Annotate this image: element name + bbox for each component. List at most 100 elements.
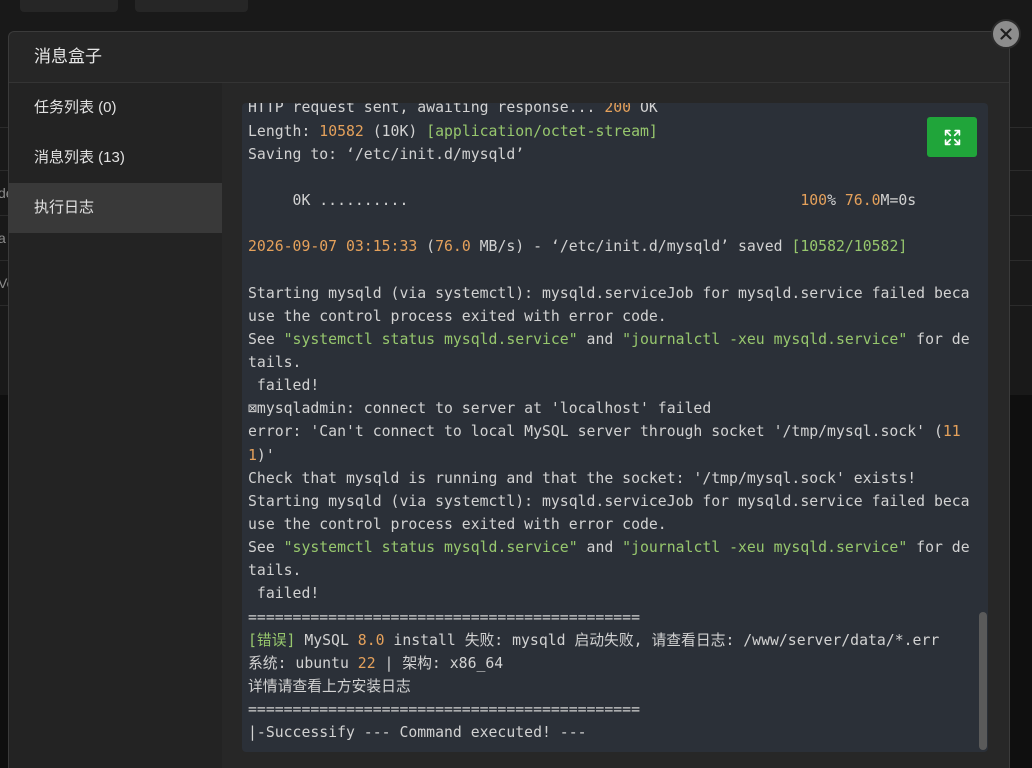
log-line: See "systemctl status mysqld.service" an… bbox=[248, 536, 978, 559]
log-line: ========================================… bbox=[248, 606, 978, 629]
log-segment: Starting mysqld (via systemctl): mysqld.… bbox=[248, 284, 970, 302]
log-segment: 11 bbox=[942, 423, 961, 441]
log-line: tails. bbox=[248, 559, 978, 582]
sidebar-item-execution-log[interactable]: 执行日志 bbox=[8, 183, 222, 233]
log-segment: MB/s) - ‘/etc/init.d/mysqld’ saved bbox=[470, 238, 792, 256]
log-segment: tails. bbox=[248, 562, 302, 580]
background-toolbar-button bbox=[135, 0, 248, 12]
log-segment: (10K) bbox=[363, 122, 427, 140]
log-line: ⊠mysqladmin: connect to server at 'local… bbox=[248, 397, 978, 420]
log-line: See "systemctl status mysqld.service" an… bbox=[248, 328, 978, 351]
log-segment: 系统: ubuntu bbox=[248, 654, 358, 672]
sidebar-item-label: 任务列表 (0) bbox=[34, 99, 117, 116]
log-segment: 76.0 bbox=[435, 238, 471, 256]
fullscreen-icon bbox=[944, 129, 960, 145]
log-segment: ( bbox=[417, 238, 436, 256]
log-segment: for de bbox=[907, 330, 970, 348]
log-line: tails. bbox=[248, 351, 978, 374]
log-segment: tails. bbox=[248, 353, 302, 371]
log-segment: 2026-09-07 03:15:33 bbox=[248, 238, 418, 256]
close-button[interactable] bbox=[991, 19, 1021, 49]
sidebar-item-label: 消息列表 (13) bbox=[34, 149, 125, 166]
log-line: |-Successify --- Command executed! --- bbox=[248, 721, 978, 744]
fullscreen-button[interactable] bbox=[927, 117, 977, 157]
log-line: use the control process exited with erro… bbox=[248, 513, 978, 536]
log-line: 系统: ubuntu 22 | 架构: x86_64 bbox=[248, 652, 978, 675]
log-segment: [错误] bbox=[248, 631, 296, 649]
log-segment: ========================================… bbox=[248, 608, 640, 626]
screen: de a Ve 消息盒子 任务列表 (0) 消息列表 (13) 执行日志 HTT… bbox=[0, 0, 1032, 768]
log-line: Saving to: ‘/etc/init.d/mysqld’ bbox=[248, 143, 978, 166]
log-segment: install 失败: mysqld 启动失败, 请查看日志: /www/ser… bbox=[384, 631, 940, 649]
log-segment: 10582 bbox=[319, 122, 364, 140]
log-segment: HTTP request sent, awaiting response... bbox=[248, 103, 605, 117]
sidebar-item-message-list[interactable]: 消息列表 (13) bbox=[8, 133, 222, 183]
log-segment: failed! bbox=[248, 585, 320, 603]
log-line: use the control process exited with erro… bbox=[248, 305, 978, 328]
log-line: 详情请查看上方安装日志 bbox=[248, 675, 978, 698]
log-segment: 76.0 bbox=[844, 191, 881, 209]
log-segment: 1 bbox=[248, 446, 257, 464]
log-segment: See bbox=[248, 330, 284, 348]
log-line: Starting mysqld (via systemctl): mysqld.… bbox=[248, 282, 978, 305]
log-segment: M=0s bbox=[880, 191, 917, 209]
log-line: Check that mysqld is running and that th… bbox=[248, 467, 978, 490]
log-segment: and bbox=[577, 330, 623, 348]
background-toolbar-button bbox=[20, 0, 118, 12]
log-segment: [10582/10582] bbox=[791, 238, 908, 256]
log-segment: Length: bbox=[248, 122, 320, 140]
log-line: failed! bbox=[248, 374, 978, 397]
log-segment: MySQL bbox=[295, 631, 358, 649]
sidebar-item-label: 执行日志 bbox=[34, 199, 95, 216]
log-segment: "systemctl status mysqld.service" bbox=[283, 330, 578, 348]
log-line: error: 'Can't connect to local MySQL ser… bbox=[248, 420, 978, 443]
log-segment: ⊠mysqladmin: connect to server at 'local… bbox=[248, 400, 712, 418]
log-segment: 0K .......... bbox=[248, 191, 801, 209]
log-line: 2026-09-07 03:15:33 (76.0 MB/s) - ‘/etc/… bbox=[248, 235, 978, 258]
log-panel: HTTP request sent, awaiting response... … bbox=[222, 83, 1010, 768]
log-line: HTTP request sent, awaiting response... … bbox=[248, 103, 978, 120]
message-box-modal: 消息盒子 任务列表 (0) 消息列表 (13) 执行日志 HTTP reques… bbox=[8, 31, 1010, 768]
log-segment: 8.0 bbox=[357, 631, 385, 649]
log-segment: Check that mysqld is running and that th… bbox=[248, 469, 917, 487]
log-segment: )' bbox=[256, 446, 275, 464]
modal-header: 消息盒子 bbox=[8, 31, 1010, 83]
close-icon bbox=[1000, 28, 1012, 40]
log-segment: | 架构: x86_64 bbox=[375, 654, 504, 672]
log-segment: ========================================… bbox=[248, 701, 640, 719]
sidebar: 任务列表 (0) 消息列表 (13) 执行日志 bbox=[8, 83, 222, 768]
log-segment: OK bbox=[631, 103, 658, 117]
log-segment: [application/octet-stream] bbox=[426, 122, 658, 140]
log-segment: "journalctl -xeu mysqld.service" bbox=[622, 539, 908, 557]
log-console[interactable]: HTTP request sent, awaiting response... … bbox=[242, 103, 988, 752]
log-line: 0K .......... 100% 76.0M=0s bbox=[248, 189, 978, 212]
log-segment: "journalctl -xeu mysqld.service" bbox=[622, 330, 908, 348]
log-line: ========================================… bbox=[248, 698, 978, 721]
background-text-fragment: a bbox=[0, 230, 6, 246]
log-segment: 200 bbox=[604, 103, 632, 117]
log-segment: |-Successify --- Command executed! --- bbox=[248, 724, 587, 742]
log-segment: 详情请查看上方安装日志 bbox=[248, 677, 411, 695]
log-segment: and bbox=[577, 539, 623, 557]
log-segment: Saving to: ‘/etc/init.d/mysqld’ bbox=[248, 145, 525, 163]
log-segment: "systemctl status mysqld.service" bbox=[283, 539, 578, 557]
sidebar-item-task-list[interactable]: 任务列表 (0) bbox=[8, 83, 222, 133]
modal-title: 消息盒子 bbox=[34, 47, 102, 66]
log-line: failed! bbox=[248, 582, 978, 605]
log-line: Length: 10582 (10K) [application/octet-s… bbox=[248, 120, 978, 143]
scrollbar-thumb[interactable] bbox=[979, 612, 987, 750]
log-segment: 100 bbox=[800, 191, 828, 209]
log-segment: use the control process exited with erro… bbox=[248, 307, 667, 325]
log-segment: use the control process exited with erro… bbox=[248, 515, 667, 533]
log-segment: See bbox=[248, 539, 284, 557]
log-line: [错误] MySQL 8.0 install 失败: mysqld 启动失败, … bbox=[248, 629, 978, 652]
log-segment: error: 'Can't connect to local MySQL ser… bbox=[248, 423, 943, 441]
log-text: HTTP request sent, awaiting response... … bbox=[248, 103, 978, 744]
log-line: 1)' bbox=[248, 444, 978, 467]
log-segment: for de bbox=[907, 539, 970, 557]
log-segment: % bbox=[827, 191, 845, 209]
log-segment: 22 bbox=[357, 654, 376, 672]
